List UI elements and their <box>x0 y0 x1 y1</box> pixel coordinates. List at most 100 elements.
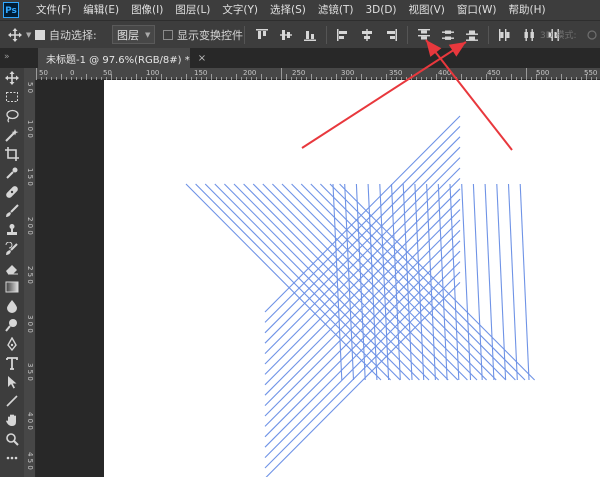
separator <box>488 25 489 44</box>
ruler-label: 1 0 0 <box>26 120 34 138</box>
type-tool[interactable] <box>4 355 20 371</box>
water-drop-icon <box>7 300 17 313</box>
ruler-label: 0 <box>70 69 75 77</box>
auto-select-target-dropdown[interactable]: 图层 ▼ <box>112 25 156 44</box>
auto-select-label: 自动选择: <box>49 28 97 42</box>
separator <box>326 25 327 44</box>
ruler-origin[interactable] <box>24 68 36 80</box>
align-bottom-edges-icon[interactable] <box>303 28 317 42</box>
3d-orbit-button[interactable] <box>586 21 598 48</box>
panel-collapse-icon[interactable]: » <box>4 52 10 62</box>
menu-filter[interactable]: 滤镜(T) <box>312 0 360 20</box>
menu-bar: Ps 文件(F) 编辑(E) 图像(I) 图层(L) 文字(Y) 选择(S) 滤… <box>0 0 600 20</box>
ruler-label: 3 5 0 <box>26 363 34 381</box>
healing-brush-tool[interactable] <box>4 184 20 200</box>
align-horizontal-centers-icon[interactable] <box>360 28 374 42</box>
ruler-label: 350 <box>389 69 403 77</box>
menu-view[interactable]: 视图(V) <box>403 0 451 20</box>
ruler-label: 200 <box>243 69 257 77</box>
crop-tool[interactable] <box>4 146 20 162</box>
menu-file[interactable]: 文件(F) <box>30 0 77 20</box>
menu-layer[interactable]: 图层(L) <box>169 0 216 20</box>
align-left-edges-icon[interactable] <box>336 28 350 42</box>
magic-wand-tool[interactable] <box>4 127 20 143</box>
align-top-edges-icon[interactable] <box>255 28 269 42</box>
gradient-tool[interactable] <box>4 279 20 295</box>
eyedropper-icon <box>6 167 18 179</box>
brush-tool[interactable] <box>4 203 20 219</box>
line-icon <box>6 395 18 407</box>
menu-select[interactable]: 选择(S) <box>264 0 312 20</box>
menu-items: 文件(F) 编辑(E) 图像(I) 图层(L) 文字(Y) 选择(S) 滤镜(T… <box>30 0 552 20</box>
zoom-icon <box>6 433 19 446</box>
ruler-label: 5 0 <box>26 82 34 94</box>
distribute-vertical-centers-icon[interactable] <box>441 28 455 42</box>
show-transform-toggle[interactable]: 显示变换控件 <box>163 21 243 48</box>
ruler-label: 250 <box>292 69 306 77</box>
distribute-left-edges-icon[interactable] <box>498 28 512 42</box>
photoshop-logo[interactable]: Ps <box>3 2 19 18</box>
document-tab[interactable]: 未标题-1 @ 97.6%(RGB/8#) * × <box>38 48 206 68</box>
menu-type[interactable]: 文字(Y) <box>216 0 264 20</box>
menu-help[interactable]: 帮助(H) <box>503 0 552 20</box>
ruler-label: 4 5 0 <box>26 452 34 470</box>
history-brush-icon <box>5 242 18 255</box>
lasso-icon <box>6 109 19 123</box>
move-tool-preset-button[interactable]: ▼ <box>8 21 31 48</box>
distribute-top-edges-icon[interactable] <box>417 28 431 42</box>
show-transform-checkbox[interactable] <box>163 29 173 40</box>
clone-stamp-tool[interactable] <box>4 222 20 238</box>
ruler-label: 500 <box>536 69 550 77</box>
align-right-edges-icon[interactable] <box>384 28 398 42</box>
line-tool[interactable] <box>4 393 20 409</box>
dodge-tool[interactable] <box>4 317 20 333</box>
align-vertical-centers-icon[interactable] <box>279 28 293 42</box>
distribute-horizontal-centers-icon[interactable] <box>522 28 536 42</box>
pen-icon <box>7 337 17 351</box>
document-canvas[interactable] <box>104 80 600 477</box>
auto-select-target-value: 图层 <box>117 28 139 42</box>
separator <box>407 25 408 44</box>
sep-1-wrap <box>244 21 245 48</box>
menu-image[interactable]: 图像(I) <box>125 0 169 20</box>
menu-window[interactable]: 窗口(W) <box>451 0 503 20</box>
menu-3d[interactable]: 3D(D) <box>359 0 402 20</box>
auto-select-toggle[interactable]: 自动选择: <box>35 21 97 48</box>
blur-tool[interactable] <box>4 298 20 314</box>
horizontal-ruler[interactable]: 50 0 50 100 150 200 250 300 350 400 450 … <box>36 68 600 80</box>
auto-select-target-wrap: 图层 ▼ <box>112 21 156 48</box>
separator <box>244 25 245 44</box>
distribute-bottom-edges-icon[interactable] <box>465 28 479 42</box>
rectangle-marquee-icon <box>6 92 18 102</box>
history-brush-tool[interactable] <box>4 241 20 257</box>
marquee-tool[interactable] <box>4 89 20 105</box>
auto-select-checkbox[interactable] <box>35 29 45 40</box>
brush-icon <box>6 204 19 217</box>
ruler-label: 50 <box>103 69 112 77</box>
eraser-tool[interactable] <box>4 260 20 276</box>
eraser-icon <box>6 265 18 275</box>
ruler-label: 550 <box>584 69 598 77</box>
vertical-ruler[interactable]: 5 0 1 0 0 1 5 0 2 0 0 2 5 0 3 0 0 3 5 0 … <box>24 80 36 477</box>
move-tool[interactable] <box>4 70 20 86</box>
type-icon <box>6 357 18 370</box>
dodge-icon <box>5 319 17 332</box>
menu-edit[interactable]: 编辑(E) <box>77 0 125 20</box>
close-icon[interactable]: × <box>198 53 206 64</box>
ruler-ticks <box>36 68 597 80</box>
zoom-tool[interactable] <box>4 431 20 447</box>
ruler-label: 2 5 0 <box>26 266 34 284</box>
hand-icon <box>6 414 16 426</box>
ruler-label: 100 <box>146 69 160 77</box>
ruler-label: 4 0 0 <box>26 412 34 430</box>
magic-wand-icon <box>5 129 19 142</box>
bandage-icon <box>6 186 18 198</box>
crop-icon <box>5 147 19 161</box>
eyedropper-tool[interactable] <box>4 165 20 181</box>
lasso-tool[interactable] <box>4 108 20 124</box>
pen-tool[interactable] <box>4 336 20 352</box>
chevron-down-icon: ▼ <box>26 30 32 39</box>
path-selection-tool[interactable] <box>4 374 20 390</box>
hand-tool[interactable] <box>4 412 20 428</box>
more-tools[interactable] <box>4 450 20 466</box>
